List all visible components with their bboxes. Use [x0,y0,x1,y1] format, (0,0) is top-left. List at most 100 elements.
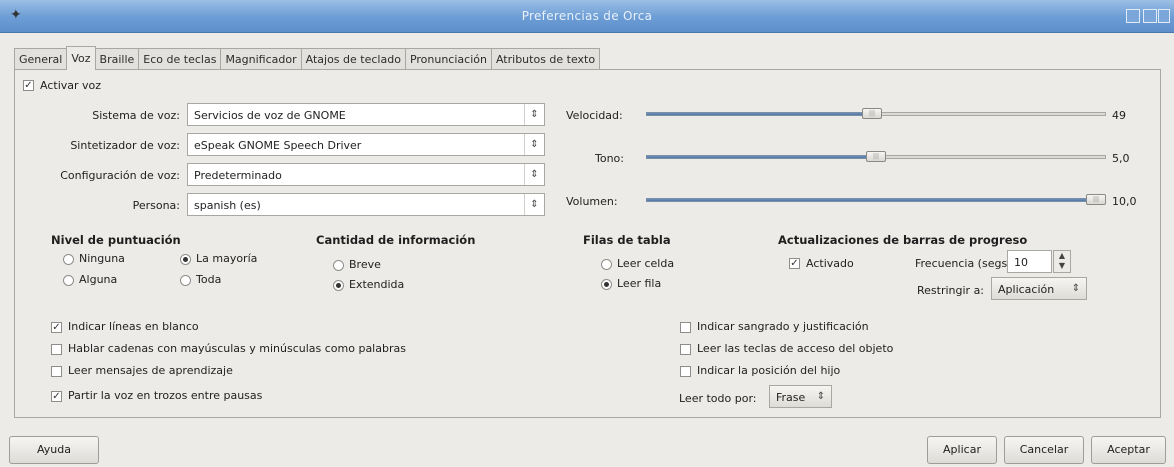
synthesizer-label: Sintetizador de voz: [70,139,180,152]
accept-button[interactable]: Aceptar [1091,436,1166,464]
mnemonics-checkbox[interactable] [680,344,691,355]
child-position-checkbox[interactable] [680,366,691,377]
rate-label: Velocidad: [566,109,623,122]
apply-button[interactable]: Aplicar [927,436,997,464]
volume-label: Volumen: [566,195,618,208]
table-rows-cell-radio[interactable] [601,259,612,270]
frequency-spin-buttons[interactable]: ▲ ▼ [1053,250,1071,273]
tab-key-bindings[interactable]: Atajos de teclado [300,48,406,70]
verbosity-heading: Cantidad de información [316,233,476,247]
blank-lines-label[interactable]: Indicar líneas en blanco [68,320,199,333]
restrict-label: Restringir a: [917,284,985,297]
frequency-label: Frecuencia (segs): [915,257,1016,270]
speech-system-combo[interactable]: Servicios de voz de GNOME ⇕ [187,103,545,126]
pitch-slider-track [876,155,1106,159]
synthesizer-value: eSpeak GNOME Speech Driver [194,139,362,152]
progress-enabled-checkbox[interactable]: ✓ [789,258,800,269]
volume-slider[interactable]: ||| [646,193,1106,207]
say-all-label: Leer todo por: [679,392,757,405]
enable-speech-checkbox[interactable]: ✓ [23,80,34,91]
say-all-combo[interactable]: Frase ⇕ [769,385,832,408]
verbosity-extended-radio[interactable] [333,280,344,291]
verbosity-brief-radio[interactable] [333,260,344,271]
restrict-combo[interactable]: Aplicación ⇕ [991,277,1087,300]
speech-system-value: Servicios de voz de GNOME [194,109,346,122]
pitch-slider[interactable]: ||| [646,150,1106,164]
minimize-icon[interactable] [1126,9,1140,23]
combo-arrows-icon: ⇕ [524,194,544,215]
speech-system-label: Sistema de voz: [92,109,180,122]
title-bar: ✦ Preferencias de Orca [0,0,1174,33]
help-button[interactable]: Ayuda [9,436,99,464]
volume-slider-thumb[interactable]: ||| [1086,194,1106,205]
rate-slider[interactable]: ||| [646,107,1106,121]
progress-enabled-label[interactable]: Activado [806,257,854,270]
window-title: Preferencias de Orca [521,9,653,23]
tab-pronunciation[interactable]: Pronunciación [404,48,492,70]
tab-bar: General Voz Braille Eco de teclas Magnif… [14,46,601,70]
say-all-value: Frase [776,391,806,404]
table-rows-cell-label[interactable]: Leer celda [617,257,674,270]
volume-slider-fill [646,198,1096,202]
rate-value: 49 [1112,109,1126,122]
voice-settings-value: Predeterminado [194,169,282,182]
punctuation-none-label[interactable]: Ninguna [79,252,125,265]
punctuation-all-label[interactable]: Toda [196,273,221,286]
tab-general[interactable]: General [14,48,68,70]
frequency-value: 10 [1014,256,1028,269]
indentation-checkbox[interactable] [680,322,691,333]
person-value: spanish (es) [194,199,261,212]
person-label: Persona: [132,199,180,212]
frequency-input[interactable]: 10 [1007,250,1052,273]
pitch-value: 5,0 [1112,152,1130,165]
punctuation-most-label[interactable]: La mayoría [196,252,257,265]
verbosity-brief-label[interactable]: Breve [349,258,381,271]
indentation-label[interactable]: Indicar sangrado y justificación [697,320,869,333]
child-position-label[interactable]: Indicar la posición del hijo [697,364,840,377]
table-rows-row-radio[interactable] [601,279,612,290]
tutorial-label[interactable]: Leer mensajes de aprendizaje [68,364,233,377]
voice-settings-label: Configuración de voz: [60,169,180,182]
tutorial-checkbox[interactable] [51,366,62,377]
tab-text-attributes[interactable]: Atributos de texto [490,48,601,70]
cancel-button[interactable]: Cancelar [1004,436,1084,464]
tab-voz[interactable]: Voz [66,46,96,70]
close-icon[interactable] [1158,9,1170,23]
verbosity-extended-label[interactable]: Extendida [349,278,404,291]
combo-arrows-icon: ⇕ [524,134,544,155]
punctuation-most-radio[interactable] [180,254,191,265]
punctuation-none-radio[interactable] [63,254,74,265]
restrict-value: Aplicación [998,283,1055,296]
pitch-label: Tono: [595,152,624,165]
mixed-case-checkbox[interactable] [51,344,62,355]
pauses-checkbox[interactable]: ✓ [51,391,62,402]
progress-heading: Actualizaciones de barras de progreso [778,233,1028,247]
punctuation-all-radio[interactable] [180,275,191,286]
voice-settings-combo[interactable]: Predeterminado ⇕ [187,163,545,186]
punctuation-some-label[interactable]: Alguna [79,273,117,286]
rate-slider-fill [646,112,872,116]
synthesizer-combo[interactable]: eSpeak GNOME Speech Driver ⇕ [187,133,545,156]
combo-arrows-icon: ⇕ [816,391,826,402]
mnemonics-label[interactable]: Leer las teclas de acceso del objeto [697,342,893,355]
combo-arrows-icon: ⇕ [1071,283,1081,294]
table-rows-heading: Filas de tabla [583,233,671,247]
pitch-slider-thumb[interactable]: ||| [866,151,886,162]
table-rows-row-label[interactable]: Leer fila [617,277,661,290]
tab-braille[interactable]: Braille [94,48,140,70]
rate-slider-track [872,112,1106,116]
blank-lines-checkbox[interactable]: ✓ [51,322,62,333]
pitch-slider-fill [646,155,876,159]
tab-key-echo[interactable]: Eco de teclas [138,48,222,70]
punctuation-heading: Nivel de puntuación [51,233,181,247]
volume-value: 10,0 [1112,195,1137,208]
pauses-label[interactable]: Partir la voz en trozos entre pausas [68,389,262,402]
maximize-icon[interactable] [1143,9,1157,23]
punctuation-some-radio[interactable] [63,275,74,286]
rate-slider-thumb[interactable]: ||| [862,108,882,119]
mixed-case-label[interactable]: Hablar cadenas con mayúsculas y minúscul… [68,342,406,355]
person-combo[interactable]: spanish (es) ⇕ [187,193,545,216]
tab-magnifier[interactable]: Magnificador [220,48,302,70]
combo-arrows-icon: ⇕ [524,104,544,125]
enable-speech-label[interactable]: Activar voz [40,79,101,92]
